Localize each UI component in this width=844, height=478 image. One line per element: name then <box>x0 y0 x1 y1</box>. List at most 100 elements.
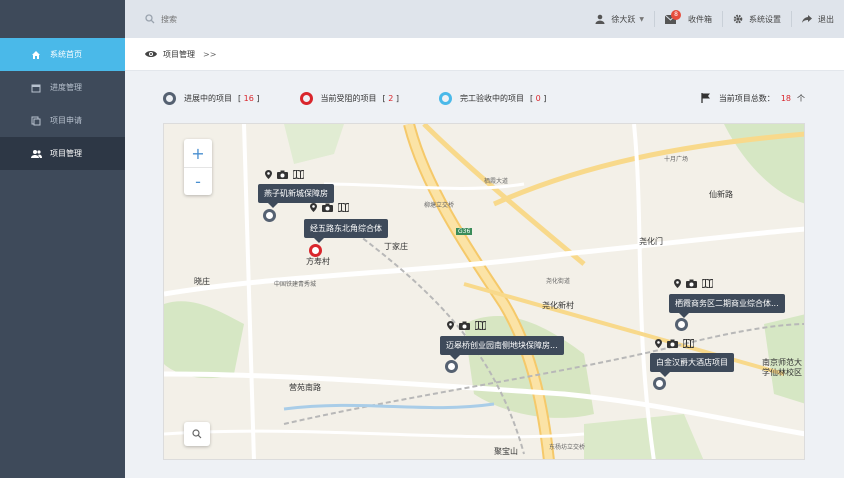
share-arrow-icon <box>802 15 812 23</box>
project-actions <box>447 321 486 330</box>
legend-done-label: 完工验收中的项目 <box>459 93 524 103</box>
breadcrumb-title[interactable]: 项目管理 <box>163 49 195 60</box>
top-bar: 徐大跃 ▼ 8 收件箱 系统设置 退出 <box>125 0 844 38</box>
search-box <box>145 14 361 24</box>
project-marker-blocked[interactable] <box>309 244 322 257</box>
blocked-ring-icon <box>299 91 313 105</box>
place-label: 晓庄 <box>194 277 210 286</box>
legend-in-progress: 进展中的项目 [ 16 ] <box>163 91 260 105</box>
user-menu[interactable]: 徐大跃 ▼ <box>585 11 654 27</box>
map-background <box>164 124 804 459</box>
sidebar-item-label: 进度管理 <box>50 83 82 92</box>
total-unit: 个 <box>797 93 805 103</box>
total-value: 18 <box>780 93 791 103</box>
sidebar-item-home[interactable]: 系统首页 <box>0 38 125 71</box>
legend-blocked-label: 当前受阻的项目 <box>320 93 377 103</box>
place-label: 南京师范大学仙林校区 <box>762 358 802 377</box>
place-label: 尧化新村 <box>542 301 574 310</box>
project-label[interactable]: 经五路东北角综合体 <box>304 219 388 243</box>
place-label: 丁家庄 <box>384 242 408 251</box>
calendar-icon <box>30 82 42 94</box>
camera-icon[interactable] <box>667 339 678 348</box>
search-icon <box>192 429 202 439</box>
sidebar-item-label: 项目申请 <box>50 116 82 125</box>
place-label: 东杨坊立交桥 <box>549 444 586 451</box>
project-label[interactable]: 迈皋桥创业园南侧地块保障房... <box>440 336 564 360</box>
location-pin-icon[interactable] <box>655 339 662 348</box>
legend-in-progress-label: 进展中的项目 <box>184 93 232 103</box>
place-label: 栖霞大道 <box>484 178 509 185</box>
inbox-label: 收件箱 <box>688 14 712 24</box>
project-marker-in-progress[interactable] <box>445 360 458 373</box>
legend-in-progress-count: 16 <box>243 93 254 103</box>
location-pin-icon[interactable] <box>265 170 272 179</box>
sidebar-item-apply[interactable]: 项目申请 <box>0 104 125 137</box>
project-marker-in-progress[interactable] <box>675 318 688 331</box>
logout-label: 退出 <box>818 14 834 24</box>
sidebar-item-label: 项目管理 <box>50 149 82 158</box>
settings-label: 系统设置 <box>749 14 781 24</box>
gear-icon <box>733 14 743 24</box>
camera-icon[interactable] <box>277 170 288 179</box>
breadcrumb: 项目管理 >> <box>125 38 844 71</box>
project-actions <box>655 339 694 348</box>
inbox-badge: 8 <box>671 9 681 20</box>
project-marker-in-progress[interactable] <box>263 209 276 222</box>
project-map[interactable]: 丁家庄 方寿村 晓庄 尧化新村 尧化门 仙新路 营苑南路 聚宝山 南京师范大学仙… <box>163 123 805 460</box>
sidebar-item-label: 系统首页 <box>50 50 82 59</box>
sidebar-item-progress[interactable]: 进度管理 <box>0 71 125 104</box>
search-input[interactable] <box>161 14 361 24</box>
project-label[interactable]: 白金汉爵大酒店项目 <box>650 353 734 377</box>
copy-icon <box>30 115 42 127</box>
map-icon[interactable] <box>338 203 349 212</box>
project-marker-in-progress[interactable] <box>653 377 666 390</box>
settings-button[interactable]: 系统设置 <box>722 11 791 27</box>
legend-blocked: 当前受阻的项目 [ 2 ] <box>299 91 399 105</box>
camera-icon[interactable] <box>459 321 470 330</box>
project-label[interactable]: 燕子矶新城保障房 <box>258 184 334 208</box>
eye-icon <box>145 51 157 57</box>
search-icon <box>145 14 155 24</box>
total-label: 当前项目总数： <box>718 93 775 103</box>
sidebar-item-projects[interactable]: 项目管理 <box>0 137 125 170</box>
status-legend: 进展中的项目 [ 16 ] 当前受阻的项目 [ 2 ] 完工验收中的项目 [ 0… <box>163 88 805 108</box>
camera-icon[interactable] <box>686 279 697 288</box>
map-icon[interactable] <box>683 339 694 348</box>
user-icon <box>595 14 605 24</box>
place-label: 十月广场 <box>664 156 689 163</box>
place-label: 仙新路 <box>709 190 733 199</box>
logout-button[interactable]: 退出 <box>791 11 844 27</box>
place-label: G36 <box>456 228 473 235</box>
user-name: 徐大跃 <box>611 14 636 24</box>
map-icon[interactable] <box>702 279 713 288</box>
zoom-out-button[interactable]: - <box>184 167 212 195</box>
place-label: 尧化门 <box>639 237 663 246</box>
project-label[interactable]: 栖霞商务区二期商业综合体... <box>669 294 785 318</box>
place-label: 柳塘立交桥 <box>424 202 455 209</box>
home-icon <box>30 49 42 61</box>
map-search-button[interactable] <box>184 422 210 446</box>
project-total: 当前项目总数： 18 个 <box>701 93 805 104</box>
legend-done-count: 0 <box>535 93 541 103</box>
done-ring-icon <box>438 91 452 105</box>
camera-icon[interactable] <box>322 203 333 212</box>
place-label: 方寿村 <box>306 257 330 266</box>
place-label: 中国铁建青秀城 <box>274 281 317 288</box>
location-pin-icon[interactable] <box>447 321 454 330</box>
place-label: 营苑南路 <box>289 383 321 392</box>
map-icon[interactable] <box>293 170 304 179</box>
project-actions <box>265 170 304 179</box>
chevron-down-icon: ▼ <box>639 15 644 23</box>
zoom-in-button[interactable]: + <box>184 139 212 167</box>
in-progress-ring-icon <box>163 91 176 105</box>
place-label: 聚宝山 <box>494 447 518 456</box>
location-pin-icon[interactable] <box>674 279 681 288</box>
map-icon[interactable] <box>475 321 486 330</box>
place-label: 尧化街道 <box>546 278 571 285</box>
flag-icon <box>701 93 710 103</box>
legend-done: 完工验收中的项目 [ 0 ] <box>438 91 546 105</box>
inbox-button[interactable]: 8 收件箱 <box>654 9 722 27</box>
location-pin-icon[interactable] <box>310 203 317 212</box>
zoom-control: + - <box>184 139 212 195</box>
sidebar-brand <box>0 0 125 38</box>
